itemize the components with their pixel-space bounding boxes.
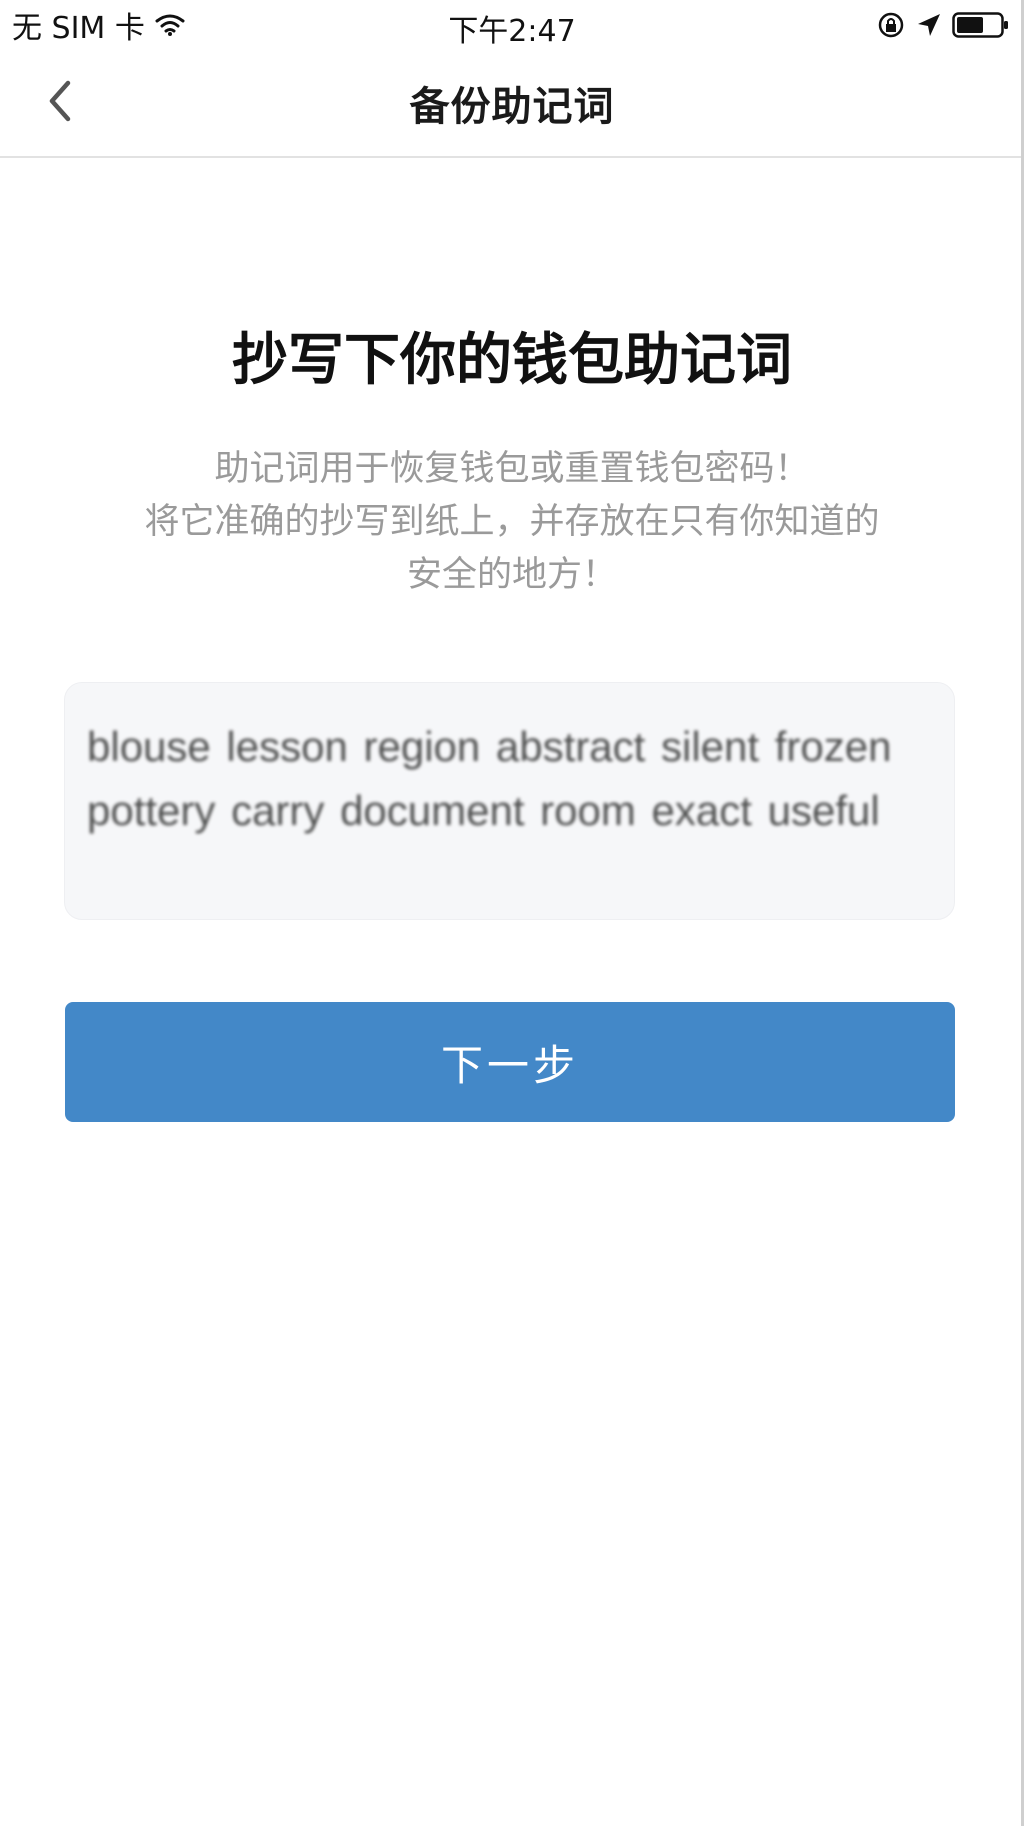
carrier-label: 无 SIM 卡 bbox=[12, 11, 145, 46]
battery-icon bbox=[952, 11, 1010, 39]
chevron-left-icon bbox=[46, 79, 74, 127]
mnemonic-box[interactable]: blouse lesson region abstract silent fro… bbox=[64, 682, 955, 920]
navigation-bar: 备份助记词 bbox=[0, 50, 1024, 158]
wifi-icon bbox=[155, 13, 185, 37]
lock-rotation-icon bbox=[876, 10, 906, 40]
description-line: 将它准确的抄写到纸上，并存放在只有你知道的 bbox=[144, 502, 880, 542]
status-right bbox=[876, 10, 1010, 40]
status-bar: 无 SIM 卡 下午2:47 bbox=[0, 0, 1024, 50]
back-button[interactable] bbox=[30, 70, 90, 136]
description-text: 助记词用于恢复钱包或重置钱包密码！ 将它准确的抄写到纸上，并存放在只有你知道的 … bbox=[90, 443, 934, 602]
next-button[interactable]: 下一步 bbox=[65, 1002, 955, 1122]
description-line: 安全的地方！ bbox=[406, 555, 617, 595]
status-left: 无 SIM 卡 bbox=[12, 3, 185, 47]
mnemonic-phrase: blouse lesson region abstract silent fro… bbox=[87, 723, 892, 834]
page-title: 备份助记词 bbox=[409, 84, 615, 130]
section-heading: 抄写下你的钱包助记词 bbox=[232, 328, 792, 393]
description-line: 助记词用于恢复钱包或重置钱包密码！ bbox=[214, 449, 810, 489]
location-icon bbox=[916, 12, 942, 38]
backup-mnemonic-screen: 无 SIM 卡 下午2:47 备份助记词 抄写下你的钱包助记词 助记词用于恢复钱… bbox=[0, 0, 1024, 1826]
